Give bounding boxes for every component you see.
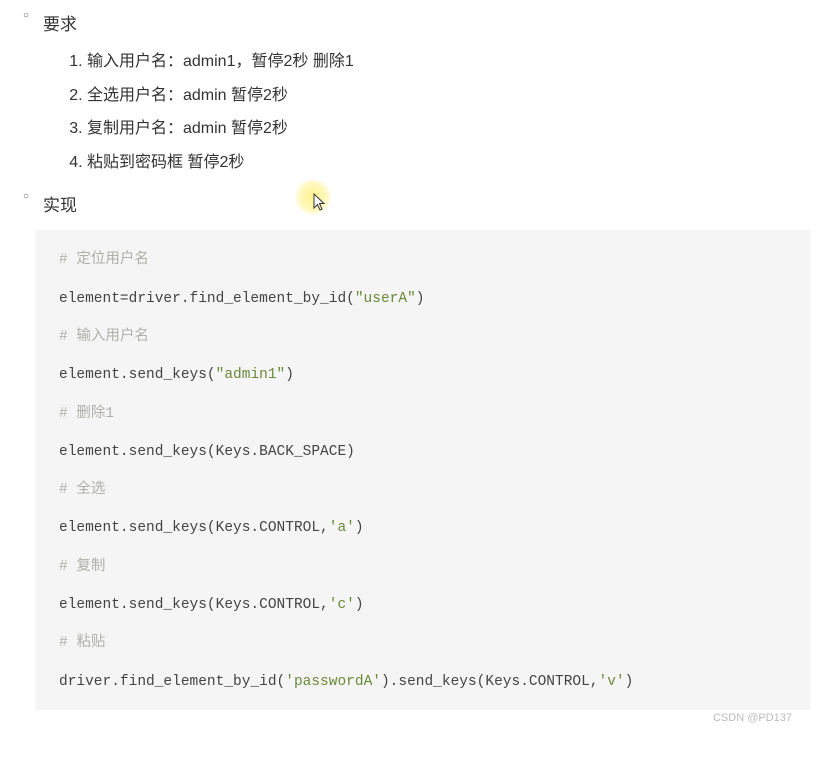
code-comment: # 输入用户名 — [59, 329, 149, 345]
code-block: # 定位用户名 element=driver.find_element_by_i… — [35, 230, 810, 710]
step-item: 全选用户名：admin 暂停2秒 — [87, 83, 810, 109]
requirements-heading: 要求 — [43, 10, 810, 35]
code-comment: # 删除1 — [59, 406, 114, 422]
code-line: element.send_keys("admin1") — [59, 365, 786, 385]
code-comment: # 定位用户名 — [59, 252, 149, 268]
step-item: 复制用户名：admin 暂停2秒 — [87, 116, 810, 142]
code-comment: # 复制 — [59, 559, 105, 575]
code-comment: # 粘贴 — [59, 635, 105, 651]
implementation-heading: 实现 — [43, 191, 810, 216]
code-comment: # 全选 — [59, 482, 105, 498]
watermark-text: CSDN @PD137 — [713, 712, 792, 724]
code-line: element.send_keys(Keys.CONTROL,'a') — [59, 518, 786, 538]
code-line: element.send_keys(Keys.CONTROL,'c') — [59, 595, 786, 615]
step-item: 粘贴到密码框 暂停2秒 — [87, 150, 810, 176]
code-line: driver.find_element_by_id('passwordA').s… — [59, 672, 786, 692]
code-line: element.send_keys(Keys.BACK_SPACE) — [59, 442, 786, 462]
step-item: 输入用户名：admin1，暂停2秒 删除1 — [87, 49, 810, 75]
code-line: element=driver.find_element_by_id("userA… — [59, 289, 786, 309]
